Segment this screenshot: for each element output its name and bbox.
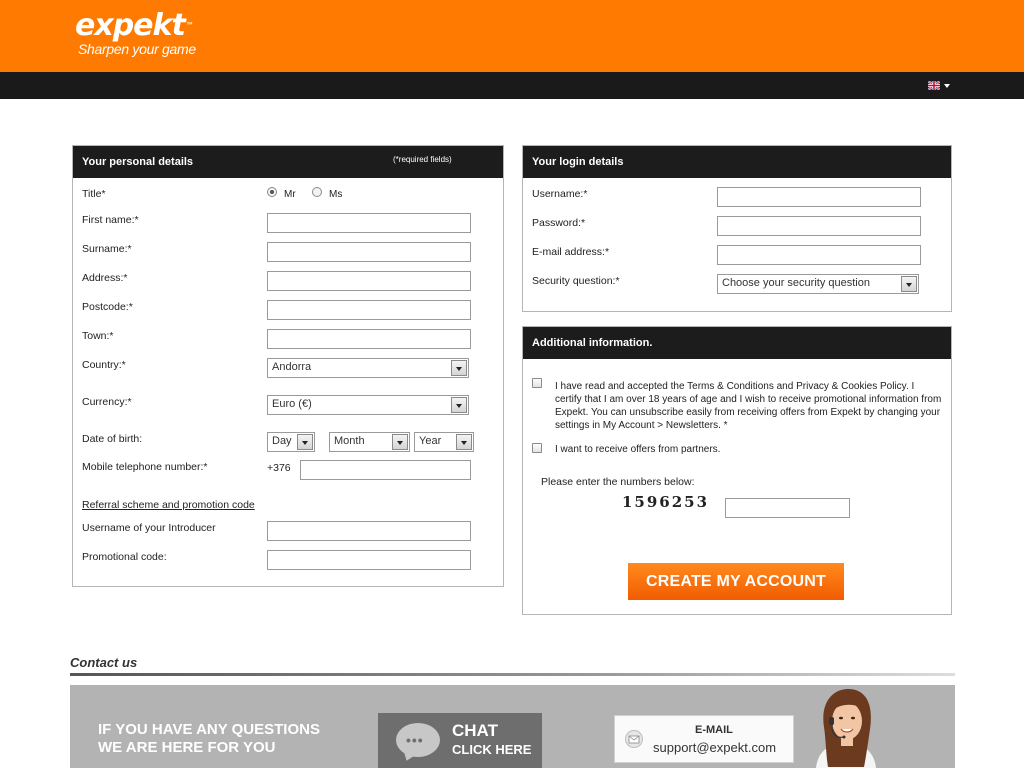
logo-tagline: Sharpen your game [78,41,196,57]
security-question-select[interactable]: Choose your security question [717,274,919,294]
currency-select[interactable]: Euro (€) [267,395,469,415]
login-details-header: Your login details [523,146,951,178]
additional-info-header: Additional information. [523,327,951,359]
postcode-label: Postcode:* [82,301,133,313]
logo-wordmark: expekt™ [75,8,194,43]
email-contact[interactable]: E-MAIL support@expekt.com [614,715,794,763]
question-line-1: IF YOU HAVE ANY QUESTIONS [98,721,320,738]
town-label: Town:* [82,330,114,342]
dob-day-value: Day [272,435,292,447]
captcha-image: 1596253 [622,493,710,511]
radio-ms[interactable] [312,187,322,197]
username-label: Username:* [532,188,588,200]
radio-ms-label: Ms [329,189,343,200]
password-label: Password:* [532,217,586,229]
question-line-2: WE ARE HERE FOR YOU [98,739,276,756]
country-label: Country:* [82,359,126,371]
captcha-input[interactable] [725,498,850,518]
terms-text: I have read and accepted the Terms & Con… [555,380,943,432]
dropdown-arrow-icon[interactable] [451,360,467,376]
terms-checkbox[interactable] [532,378,542,388]
language-selector[interactable] [928,81,950,90]
town-input[interactable] [267,329,471,349]
dropdown-arrow-icon[interactable] [451,397,467,413]
radio-mr[interactable] [267,187,277,197]
dropdown-arrow-icon[interactable] [901,276,917,292]
email-input[interactable] [717,245,921,265]
title-label: Title* [82,188,106,200]
partners-text: I want to receive offers from partners. [555,444,721,455]
chat-label: CHAT [452,721,498,740]
chat-sublabel: CLICK HERE [452,742,532,757]
country-select[interactable]: Andorra [267,358,469,378]
top-header: expekt™ Sharpen your game [0,0,1024,72]
personal-details-header: Your personal details (*required fields) [73,146,503,178]
introducer-label: Username of your Introducer [82,522,216,534]
dob-label: Date of birth: [82,433,143,445]
mobile-prefix: +376 [267,462,291,474]
dob-day-select[interactable]: Day [267,432,315,452]
email-label: E-mail address:* [532,246,610,258]
chat-dots: ••• [406,732,424,748]
dropdown-arrow-icon[interactable] [456,434,472,450]
country-value: Andorra [272,361,312,373]
promo-label: Promotional code: [82,551,167,563]
envelope-icon [625,730,643,748]
contact-banner: IF YOU HAVE ANY QUESTIONS WE ARE HERE FO… [70,685,955,768]
contact-title: Contact us [70,655,138,670]
email-title: E-MAIL [695,724,733,736]
promo-input[interactable] [267,550,471,570]
privacy-policy-link[interactable]: Privacy & Cookies Policy [796,381,906,392]
first-name-input[interactable] [267,213,471,233]
chevron-down-icon [944,83,950,88]
surname-input[interactable] [267,242,471,262]
referral-link[interactable]: Referral scheme and promotion code [82,499,255,511]
contact-question: IF YOU HAVE ANY QUESTIONS WE ARE HERE FO… [98,721,320,757]
mobile-input[interactable] [300,460,471,480]
dropdown-arrow-icon[interactable] [297,434,313,450]
postcode-input[interactable] [267,300,471,320]
support-agent-image [816,689,876,768]
surname-label: Surname:* [82,243,132,255]
email-address[interactable]: support@expekt.com [653,740,776,755]
address-input[interactable] [267,271,471,291]
dob-year-select[interactable]: Year [414,432,474,452]
panel-title: Your login details [532,156,624,168]
security-question-label: Security question:* [532,275,620,287]
username-input[interactable] [717,187,921,207]
currency-label: Currency:* [82,396,132,408]
dropdown-arrow-icon[interactable] [392,434,408,450]
contact-divider [70,673,955,676]
terms-conditions-link[interactable]: Terms & Conditions [687,381,774,392]
panel-title: Additional information. [532,337,653,349]
captcha-prompt: Please enter the numbers below: [541,476,695,488]
mobile-label: Mobile telephone number:* [82,461,208,473]
terms-text-pre: I have read and accepted the [555,381,688,392]
terms-text-mid: and [773,381,797,392]
dob-month-select[interactable]: Month [329,432,410,452]
dob-month-value: Month [334,435,365,447]
uk-flag-icon [928,81,940,90]
first-name-label: First name:* [82,214,139,226]
create-account-button[interactable]: CREATE MY ACCOUNT [628,563,844,600]
introducer-input[interactable] [267,521,471,541]
currency-value: Euro (€) [272,398,312,410]
radio-mr-label: Mr [284,189,296,200]
chat-bubble-icon: ••• [396,723,440,757]
address-label: Address:* [82,272,128,284]
chat-button[interactable]: ••• CHAT CLICK HERE [378,713,542,768]
password-input[interactable] [717,216,921,236]
dob-year-value: Year [419,435,442,447]
required-note: (*required fields) [393,155,452,164]
panel-title: Your personal details [82,156,194,168]
partners-checkbox[interactable] [532,443,542,453]
security-question-value: Choose your security question [722,277,870,289]
nav-bar [0,72,1024,99]
expekt-logo[interactable]: expekt™ Sharpen your game [75,8,196,58]
